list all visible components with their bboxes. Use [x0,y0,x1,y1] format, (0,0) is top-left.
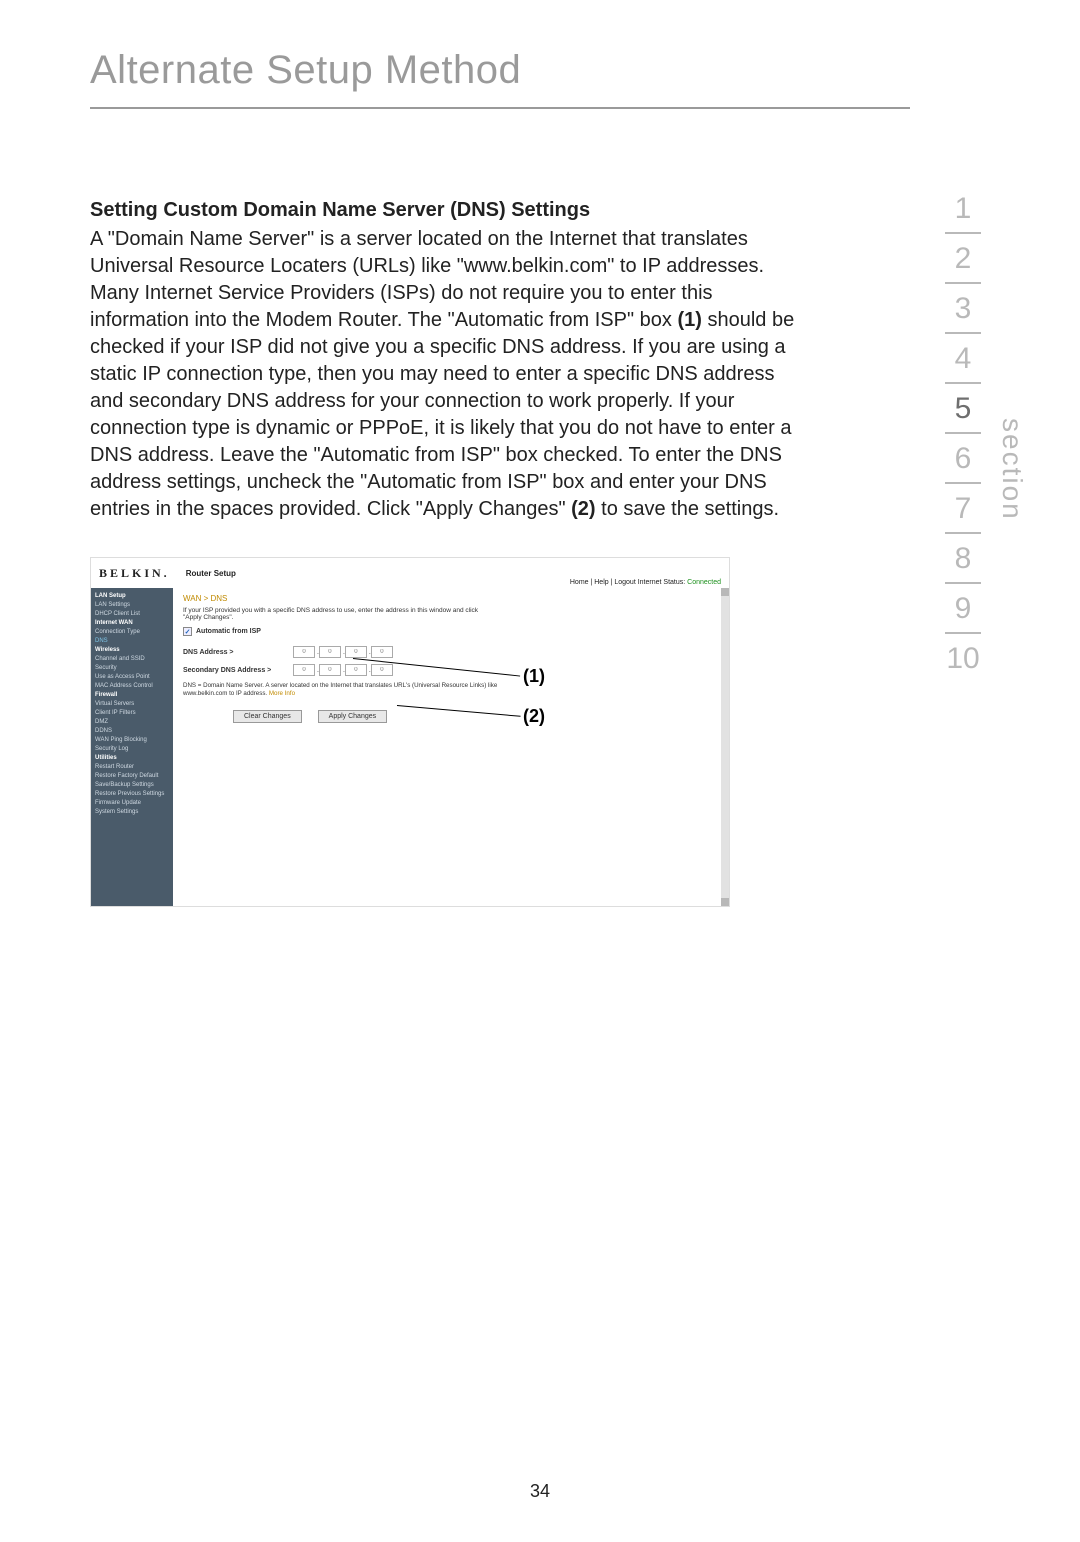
sidebar-item[interactable]: DNS [95,637,169,646]
sidebar-item[interactable]: Security Log [95,745,169,754]
sidebar-item[interactable]: DDNS [95,727,169,736]
sidebar-item: Firewall [95,691,169,700]
auto-from-isp-label: Automatic from ISP [196,628,261,635]
router-screenshot: BELKIN. Router Setup Home | Help | Logou… [90,557,730,907]
dns-octet-3[interactable] [345,646,367,658]
auto-from-isp-checkbox[interactable]: ✓ [183,627,192,636]
dns2-octet-4[interactable] [371,664,393,676]
dns2-octet-1[interactable] [293,664,315,676]
dns-address-row: DNS Address > . . . [183,646,719,658]
dns-octet-1[interactable] [293,646,315,658]
secondary-dns-row: Secondary DNS Address > . . . [183,664,719,676]
section-nav-4[interactable]: 4 [941,334,985,382]
dns2-octet-2[interactable] [319,664,341,676]
instruction-note: If your ISP provided you with a specific… [183,607,483,621]
sidebar-item[interactable]: Client IP Filters [95,709,169,718]
dns-octet-2[interactable] [319,646,341,658]
section-heading: Setting Custom Domain Name Server (DNS) … [90,199,810,222]
section-nav-7[interactable]: 7 [941,484,985,532]
section-nav-9[interactable]: 9 [941,584,985,632]
sidebar-item[interactable]: Restore Previous Settings [95,790,169,799]
scroll-down-icon[interactable] [721,898,729,906]
more-info-link[interactable]: More Info [269,690,295,697]
section-nav-5[interactable]: 5 [941,384,985,432]
callout-1: (1) [523,666,545,687]
sidebar-item[interactable]: LAN Settings [95,601,169,610]
sidebar-item[interactable]: Channel and SSID [95,655,169,664]
para-text: A "Domain Name Server" is a server locat… [90,228,764,331]
status-bar: Home | Help | Logout Internet Status: Co… [570,579,721,586]
section-nav: 12345678910 [941,184,985,682]
sidebar-item[interactable]: Firmware Update [95,799,169,808]
sidebar-item[interactable]: Save/Backup Settings [95,781,169,790]
router-sidebar: LAN SetupLAN SettingsDHCP Client ListInt… [91,588,173,906]
auto-from-isp-row: ✓ Automatic from ISP [183,627,719,636]
body-paragraph: A "Domain Name Server" is a server locat… [90,226,810,523]
dns-octet-4[interactable] [371,646,393,658]
page-title: Alternate Setup Method [90,48,910,109]
sidebar-item[interactable]: DHCP Client List [95,610,169,619]
section-nav-1[interactable]: 1 [941,184,985,232]
breadcrumb: WAN > DNS [183,594,719,603]
scroll-up-icon[interactable] [721,588,729,596]
dns-address-label: DNS Address > [183,649,293,656]
sidebar-item[interactable]: Security [95,664,169,673]
sidebar-item[interactable]: Virtual Servers [95,700,169,709]
sidebar-item[interactable]: System Settings [95,808,169,817]
router-title: Router Setup [186,569,236,578]
brand-logo: BELKIN. [99,566,170,581]
router-content: WAN > DNS If your ISP provided you with … [173,588,729,906]
sidebar-item[interactable]: Restart Router [95,763,169,772]
sidebar-item: Internet WAN [95,619,169,628]
secondary-dns-label: Secondary DNS Address > [183,667,293,674]
sidebar-item[interactable]: Connection Type [95,628,169,637]
sidebar-item[interactable]: Use as Access Point [95,673,169,682]
callout-ref-2: (2) [571,498,595,520]
page-number: 34 [0,1481,1080,1502]
sidebar-item[interactable]: DMZ [95,718,169,727]
internet-status: Connected [687,579,721,586]
dns2-octet-3[interactable] [345,664,367,676]
router-topbar: BELKIN. Router Setup Home | Help | Logou… [91,558,729,588]
clear-changes-button[interactable]: Clear Changes [233,710,302,723]
section-nav-8[interactable]: 8 [941,534,985,582]
callout-2: (2) [523,706,545,727]
status-links[interactable]: Home | Help | Logout Internet Status: [570,579,687,586]
section-nav-2[interactable]: 2 [941,234,985,282]
sidebar-item[interactable]: Restore Factory Default [95,772,169,781]
sidebar-item[interactable]: WAN Ping Blocking [95,736,169,745]
scrollbar-track[interactable] [721,588,729,906]
para-text: to save the settings. [596,498,779,520]
section-label: section [996,418,1028,521]
section-nav-6[interactable]: 6 [941,434,985,482]
sidebar-item: Utilities [95,754,169,763]
dns-desc-text: DNS = Domain Name Server. A server locat… [183,682,497,697]
apply-changes-button[interactable]: Apply Changes [318,710,387,723]
sidebar-item: LAN Setup [95,592,169,601]
sidebar-item: Wireless [95,646,169,655]
section-nav-10[interactable]: 10 [941,634,985,682]
sidebar-item[interactable]: MAC Address Control [95,682,169,691]
dns-description: DNS = Domain Name Server. A server locat… [183,682,513,698]
section-nav-3[interactable]: 3 [941,284,985,332]
callout-ref-1: (1) [677,309,701,331]
para-text: should be checked if your ISP did not gi… [90,309,794,520]
